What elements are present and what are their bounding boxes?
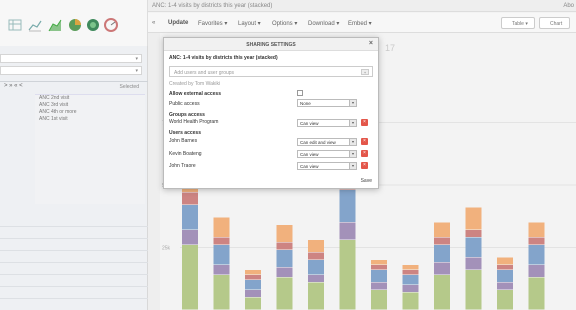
line-chart-icon[interactable] (28, 18, 42, 32)
update-button[interactable]: Update (168, 20, 188, 26)
select-value: Can view (300, 152, 319, 157)
radar-chart-icon[interactable] (86, 18, 100, 32)
panel-row[interactable] (0, 264, 148, 275)
allow-external-checkbox[interactable] (297, 90, 303, 96)
favorite-name: ANC: 1-4 visits by districts this year (… (169, 55, 278, 61)
menu-bar: « Update Favorites ▾ Layout ▾ Options ▾ … (148, 13, 576, 33)
gauge-chart-icon[interactable] (104, 18, 118, 32)
panel-row[interactable] (0, 300, 148, 310)
access-select[interactable]: Can view ▾ (297, 162, 357, 170)
table-button-label: Table ▾ (512, 21, 528, 27)
selection-arrows[interactable]: > » « < (4, 83, 23, 89)
select-value: Can view (300, 164, 319, 169)
users-access-heading: Users access (169, 130, 201, 136)
groups-access-heading: Groups access (169, 112, 205, 118)
public-access-label: Public access (169, 101, 200, 107)
access-select[interactable]: Can edit and view ▾ (297, 138, 357, 146)
table-chart-icon[interactable] (8, 18, 22, 32)
remove-icon[interactable]: × (361, 150, 368, 157)
chart-button-label: Chart (550, 21, 563, 27)
select-value: Can edit and view (300, 140, 336, 145)
favorite-title-text: ANC: 1-4 visits by districts this year (… (152, 3, 273, 9)
remove-icon[interactable]: × (361, 119, 368, 126)
user-search-input[interactable]: Add users and user groups + (169, 66, 373, 77)
access-name: John Traore (169, 163, 196, 169)
area-chart-icon[interactable] (48, 18, 62, 32)
chevron-down-icon: ▾ (349, 163, 356, 169)
add-icon[interactable]: + (361, 69, 369, 75)
access-select[interactable]: Can view ▾ (297, 119, 357, 127)
selected-label: Selected (119, 84, 139, 90)
list-item[interactable]: ANC 3rd visit (35, 102, 145, 109)
left-panel: ▾ ▾ > » « < Selected ANC 2nd visit ANC 3… (0, 46, 148, 310)
list-item[interactable]: ANC 2nd visit (35, 95, 145, 102)
public-access-select[interactable]: None ▾ (297, 99, 357, 107)
chevron-down-icon: ▾ (349, 151, 356, 157)
remove-icon[interactable]: × (361, 162, 368, 169)
search-placeholder: Add users and user groups (174, 70, 235, 76)
access-name: Kevin Boateng (169, 151, 202, 157)
select-value: None (300, 101, 311, 106)
favorite-title: ANC: 1-4 visits by districts this year (… (148, 0, 576, 12)
dialog-title: SHARING SETTINGS (246, 42, 296, 48)
panel-row[interactable] (0, 216, 148, 227)
access-name: World Health Program (169, 119, 219, 125)
panel-row[interactable] (0, 228, 148, 239)
allow-external-label: Allow external access (169, 91, 221, 97)
options-menu[interactable]: Options ▾ (272, 20, 297, 27)
panel-row[interactable] (0, 240, 148, 251)
select-value: Can view (300, 121, 319, 126)
panel-row[interactable] (0, 288, 148, 299)
list-item[interactable]: ANC 4th or more (35, 109, 145, 116)
panel-row[interactable] (0, 252, 148, 263)
chart-type-panel (0, 0, 148, 46)
dimension-select-1[interactable]: ▾ (0, 54, 142, 63)
list-item[interactable]: ANC 1st visit (35, 116, 145, 123)
favorites-menu[interactable]: Favorites ▾ (198, 20, 227, 27)
chevron-down-icon: ▾ (135, 68, 138, 74)
close-icon[interactable]: × (369, 40, 373, 47)
sharing-settings-dialog: SHARING SETTINGS × ANC: 1-4 visits by di… (163, 37, 379, 189)
dimension-select-2[interactable]: ▾ (0, 66, 142, 75)
chevron-down-icon: ▾ (349, 139, 356, 145)
selected-list[interactable]: ANC 2nd visit ANC 3rd visit ANC 4th or m… (35, 94, 145, 204)
panel-row[interactable] (0, 276, 148, 287)
save-button[interactable]: Save (361, 178, 372, 184)
chart-button[interactable]: Chart (539, 17, 570, 29)
remove-icon[interactable]: × (361, 138, 368, 145)
dialog-header: SHARING SETTINGS × (164, 38, 378, 51)
table-button[interactable]: Table ▾ (501, 17, 535, 29)
download-menu[interactable]: Download ▾ (308, 20, 339, 27)
collapse-button[interactable]: « (152, 20, 155, 26)
divider (0, 81, 148, 82)
chevron-down-icon: ▾ (349, 100, 356, 106)
created-by: Created by Tom Wakiki (169, 81, 221, 87)
about-link[interactable]: Abo (563, 3, 574, 9)
chevron-down-icon: ▾ (349, 120, 356, 126)
access-select[interactable]: Can view ▾ (297, 150, 357, 158)
pie-chart-icon[interactable] (68, 18, 82, 32)
access-name: John Barnes (169, 138, 198, 144)
chevron-down-icon: ▾ (135, 56, 138, 62)
embed-menu[interactable]: Embed ▾ (348, 20, 372, 27)
layout-menu[interactable]: Layout ▾ (238, 20, 261, 27)
